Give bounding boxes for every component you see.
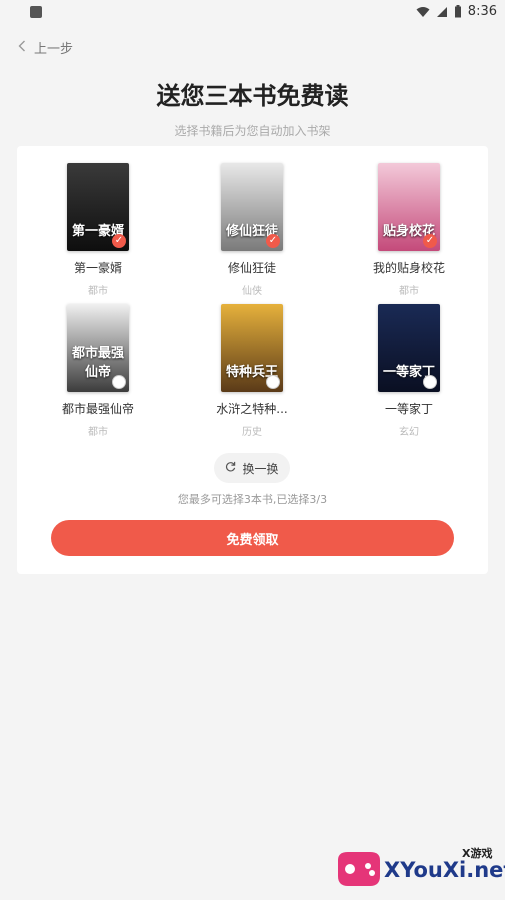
check-icon: ✓ bbox=[112, 234, 126, 248]
back-label: 上一步 bbox=[34, 42, 74, 57]
book-cover: 特种兵王 bbox=[221, 304, 283, 392]
book-item[interactable]: 修仙狂徒 ✓ 修仙狂徒 仙侠 bbox=[187, 163, 317, 297]
page-subtitle: 选择书籍后为您自动加入书架 bbox=[174, 124, 331, 138]
page-title: 送您三本书免费读 bbox=[156, 82, 349, 110]
check-icon: ✓ bbox=[266, 234, 280, 248]
book-title: 第一豪婿 bbox=[73, 261, 122, 275]
watermark-logo-icon bbox=[338, 852, 380, 886]
watermark-site: XYouXi.net bbox=[384, 858, 505, 882]
book-cover: 第一豪婿 ✓ bbox=[67, 163, 129, 251]
book-item[interactable]: 第一豪婿 ✓ 第一豪婿 都市 bbox=[33, 163, 163, 297]
book-title: 我的贴身校花 bbox=[372, 261, 445, 275]
battery-icon bbox=[454, 5, 461, 18]
book-cover: 修仙狂徒 ✓ bbox=[221, 163, 283, 251]
check-icon bbox=[266, 375, 280, 389]
book-title: 水浒之特种... bbox=[216, 402, 288, 416]
swap-button[interactable]: 换一换 bbox=[214, 453, 290, 483]
claim-free-button[interactable]: 免费领取 bbox=[51, 520, 454, 556]
book-item[interactable]: 都市最强仙帝 都市最强仙帝 都市 bbox=[33, 304, 163, 438]
book-genre: 玄幻 bbox=[399, 427, 419, 438]
book-genre: 都市 bbox=[399, 286, 419, 297]
selection-hint: 您最多可选择3本书,已选择3/3 bbox=[177, 493, 328, 506]
signal-icon bbox=[436, 6, 447, 17]
swap-label: 换一换 bbox=[242, 461, 279, 476]
book-genre: 都市 bbox=[88, 286, 108, 297]
wifi-icon bbox=[416, 6, 430, 17]
book-item[interactable]: 一等家丁 一等家丁 玄幻 bbox=[344, 304, 474, 438]
status-right: 8:36 bbox=[416, 4, 497, 19]
book-item[interactable]: 贴身校花 ✓ 我的贴身校花 都市 bbox=[344, 163, 474, 297]
book-genre: 仙侠 bbox=[242, 286, 262, 297]
book-cover: 一等家丁 bbox=[378, 304, 440, 392]
book-title: 修仙狂徒 bbox=[227, 261, 276, 275]
back-button[interactable]: 上一步 bbox=[18, 38, 73, 57]
chevron-left-icon bbox=[18, 40, 26, 56]
book-cover: 都市最强仙帝 bbox=[67, 304, 129, 392]
book-title: 都市最强仙帝 bbox=[61, 402, 134, 416]
book-selection-card: 第一豪婿 ✓ 第一豪婿 都市 修仙狂徒 ✓ 修仙狂徒 仙侠 贴身校花 ✓ 我的贴… bbox=[17, 146, 488, 574]
refresh-icon bbox=[225, 461, 236, 475]
book-genre: 都市 bbox=[88, 427, 108, 438]
book-genre: 历史 bbox=[242, 427, 262, 438]
check-icon bbox=[423, 375, 437, 389]
check-icon bbox=[112, 375, 126, 389]
book-cover: 贴身校花 ✓ bbox=[378, 163, 440, 251]
status-time: 8:36 bbox=[467, 4, 497, 19]
notification-icon bbox=[30, 6, 42, 18]
book-title: 一等家丁 bbox=[384, 402, 433, 416]
status-bar: 8:36 bbox=[0, 0, 505, 24]
book-item[interactable]: 特种兵王 水浒之特种... 历史 bbox=[187, 304, 317, 438]
check-icon: ✓ bbox=[423, 234, 437, 248]
